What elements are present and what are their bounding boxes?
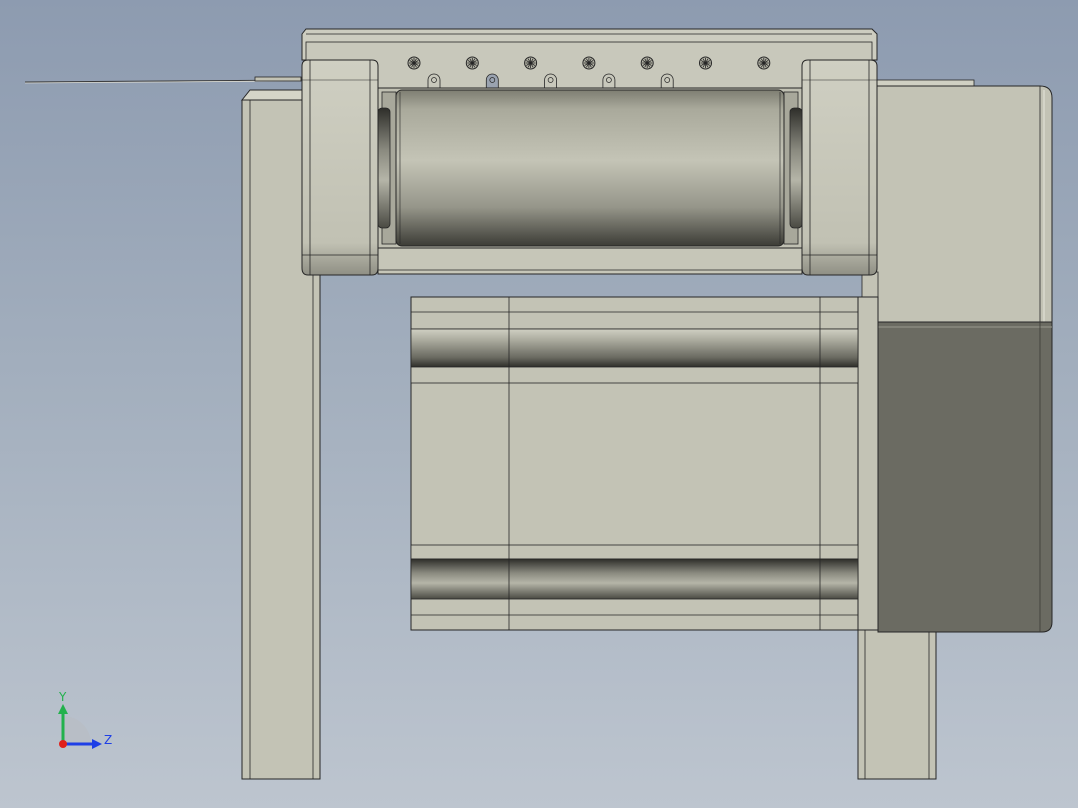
coordinate-triad: Y Z [58, 690, 112, 749]
z-axis-label: Z [104, 733, 112, 747]
z-arrow-head [92, 739, 102, 749]
y-axis-label: Y [58, 690, 67, 704]
cad-viewport[interactable]: Y Z [0, 0, 1078, 808]
y-arrow-head [58, 704, 68, 714]
triad-arc-shading [63, 716, 91, 744]
x-axis-dot [59, 740, 67, 748]
